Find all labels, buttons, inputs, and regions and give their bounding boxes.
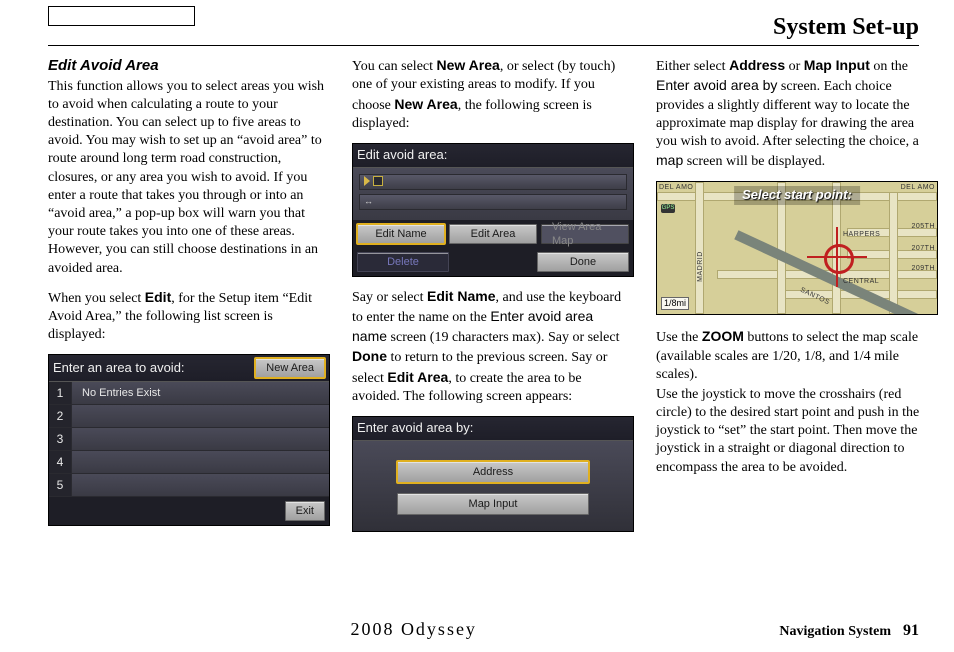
text: screen (19 characters max). Say or selec… — [387, 330, 619, 345]
row-number: 4 — [49, 451, 72, 473]
content-columns: Edit Avoid Area This function allows you… — [48, 56, 919, 542]
bold-text: Edit Name — [427, 288, 495, 304]
bold-text: Map Input — [804, 57, 870, 73]
button-row-1: Edit Name Edit Area View Area Map — [353, 220, 633, 248]
new-area-button[interactable]: New Area — [255, 358, 325, 378]
play-icon — [364, 176, 370, 186]
screen-title: Enter avoid area by: — [357, 420, 629, 437]
screen-body: ↔ — [353, 168, 633, 220]
text: When you select — [48, 291, 145, 306]
bold-text: Address — [729, 57, 785, 73]
sans-text: map — [656, 152, 683, 168]
list-row[interactable]: 1 No Entries Exist — [49, 382, 329, 405]
map-scale: 1/8mi — [661, 297, 689, 311]
screen-enter-area: Enter an area to avoid: New Area 1 No En… — [48, 354, 330, 526]
area-field-icons: ↔ — [364, 196, 373, 206]
page-footer: 2008 Odyssey Navigation System 91 — [0, 618, 954, 642]
map-banner: Select start point: — [734, 186, 860, 205]
street-label: DEL AMO — [659, 183, 693, 192]
bold-text: Edit Area — [387, 369, 448, 385]
screen-header: Enter avoid area by: — [353, 417, 633, 441]
exit-button[interactable]: Exit — [285, 501, 325, 521]
street-label: DEL AMO — [901, 183, 935, 192]
row-number: 3 — [49, 428, 72, 450]
text: Say or select — [352, 290, 427, 305]
list-row[interactable]: 2 — [49, 405, 329, 428]
spacer — [453, 252, 533, 272]
street-label: CENTRAL — [843, 277, 879, 286]
screen-title: Edit avoid area: — [357, 147, 629, 164]
row-number: 1 — [49, 382, 72, 404]
street-label: 209TH — [911, 264, 935, 273]
name-field — [359, 174, 627, 190]
street-label: 205TH — [911, 222, 935, 231]
column-1: Edit Avoid Area This function allows you… — [48, 56, 328, 542]
map-screenshot: GPS DEL AMO DEL AMO 205TH 207TH 209TH HA… — [656, 181, 938, 315]
paragraph: When you select Edit, for the Setup item… — [48, 288, 328, 345]
street-label: 207TH — [911, 244, 935, 253]
bold-text: Edit — [145, 289, 171, 305]
screen-footer: Exit — [49, 497, 329, 525]
edit-area-button[interactable]: Edit Area — [449, 224, 537, 244]
row-cell: No Entries Exist — [72, 386, 329, 400]
address-button[interactable]: Address — [397, 461, 589, 483]
paragraph: Either select Address or Map Input on th… — [656, 56, 936, 171]
edit-name-button[interactable]: Edit Name — [357, 224, 445, 244]
blank-header-box — [48, 6, 195, 26]
street-label: HARPERS — [843, 230, 880, 239]
area-list: 1 No Entries Exist 2 3 4 5 — [49, 382, 329, 497]
screen-header: Edit avoid area: — [353, 144, 633, 168]
map-input-button[interactable]: Map Input — [397, 493, 589, 515]
delete-button[interactable]: Delete — [357, 252, 449, 272]
screen-body: Address Map Input — [353, 441, 633, 531]
paragraph: Say or select Edit Name, and use the key… — [352, 287, 632, 406]
done-button[interactable]: Done — [537, 252, 629, 272]
sans-text: Enter avoid area by — [656, 77, 777, 93]
list-row[interactable]: 5 — [49, 474, 329, 497]
bold-text: New Area — [437, 57, 500, 73]
screen-title: Enter an area to avoid: — [53, 360, 255, 377]
paragraph: You can select New Area, or select (by t… — [352, 56, 632, 133]
column-2: You can select New Area, or select (by t… — [352, 56, 632, 542]
bold-text: ZOOM — [702, 328, 744, 344]
screen-edit-avoid: Edit avoid area: ↔ — [352, 143, 634, 277]
section-heading: Edit Avoid Area — [48, 56, 328, 76]
page-number: 91 — [903, 621, 919, 642]
text: Use the — [656, 330, 702, 345]
box-icon — [373, 176, 383, 186]
text: Either select — [656, 59, 729, 74]
arrows-icon: ↔ — [364, 196, 373, 206]
list-row[interactable]: 4 — [49, 451, 329, 474]
text: on the — [870, 59, 908, 74]
gps-icon: GPS — [661, 204, 675, 213]
text: screen will be displayed. — [683, 154, 825, 169]
row-number: 5 — [49, 474, 72, 496]
button-row-2: Delete Done — [353, 248, 633, 276]
paragraph: Use the ZOOM buttons to select the map s… — [656, 327, 936, 384]
screen-enter-avoid-by: Enter avoid area by: Address Map Input — [352, 416, 634, 532]
paragraph: Use the joystick to move the crosshairs … — [656, 386, 936, 477]
text: or — [785, 59, 804, 74]
screen-header: Enter an area to avoid: New Area — [49, 355, 329, 382]
name-field-icons — [364, 176, 383, 186]
bold-text: New Area — [394, 96, 457, 112]
footer-label: Navigation System — [779, 623, 891, 641]
column-3: Either select Address or Map Input on th… — [656, 56, 936, 542]
bold-text: Done — [352, 348, 387, 364]
paragraph: This function allows you to select areas… — [48, 78, 328, 278]
row-number: 2 — [49, 405, 72, 427]
street-label: MADRID — [696, 252, 705, 283]
text: You can select — [352, 59, 437, 74]
view-area-map-button: View Area Map — [541, 224, 629, 244]
model-name: 2008 Odyssey — [350, 618, 477, 641]
area-field: ↔ — [359, 194, 627, 210]
list-row[interactable]: 3 — [49, 428, 329, 451]
